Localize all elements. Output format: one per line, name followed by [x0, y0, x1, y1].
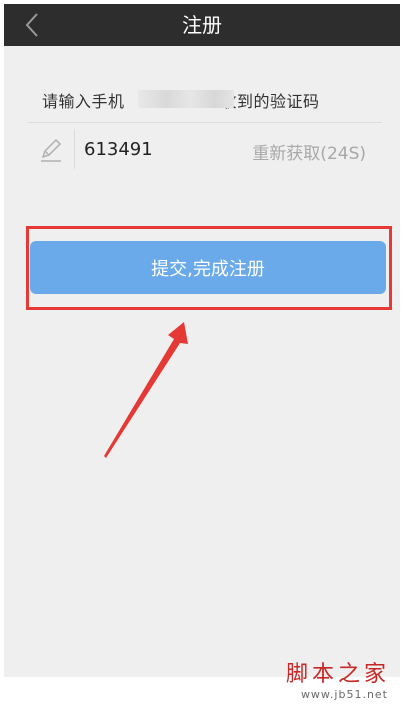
prompt-after: 收到的验证码: [220, 92, 320, 111]
masked-phone-number: [138, 90, 234, 108]
resend-code-button[interactable]: 重新获取(24S): [252, 139, 366, 164]
content-area: 请输入手机 收到的验证码 重新获取(24S) 提交,完成注册: [4, 46, 400, 677]
frame-right: [400, 0, 404, 705]
verification-code-input[interactable]: [84, 135, 234, 163]
pencil-icon: [41, 138, 62, 162]
field-separator: [74, 129, 75, 169]
annotation-arrow: [104, 322, 188, 458]
prompt-before: 请输入手机: [42, 92, 125, 111]
submit-register-button[interactable]: 提交,完成注册: [30, 241, 386, 294]
watermark-site-name: 脚本之家: [285, 662, 390, 687]
watermark-url: www.jb51.net: [300, 688, 388, 701]
page-title: 注册: [182, 13, 222, 37]
frame-left: [0, 0, 4, 705]
verification-code-row: 重新获取(24S): [28, 123, 382, 175]
prompt-row: 请输入手机 收到的验证码: [4, 76, 400, 122]
navbar: 注册: [4, 4, 400, 46]
